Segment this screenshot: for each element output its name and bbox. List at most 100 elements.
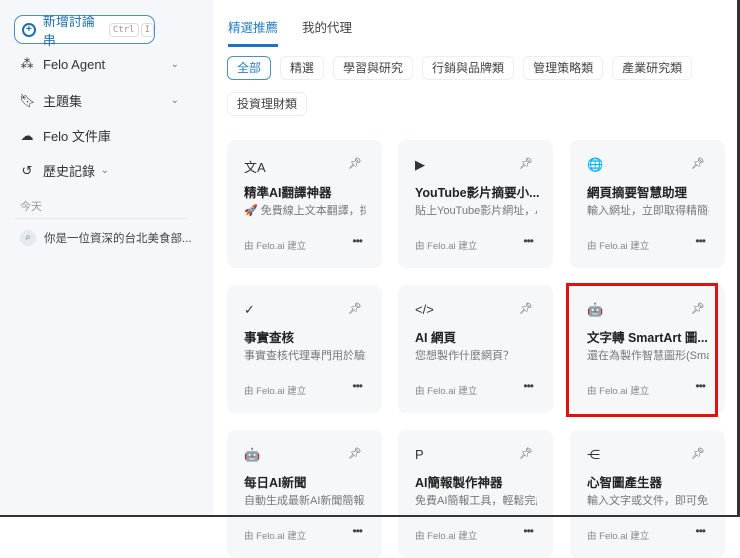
robot-icon: 🤖: [244, 447, 261, 462]
agent-card[interactable]: P 📌︎ AI簡報製作神器免費AI簡報工具，輕鬆完成由 Felo.ai 建立 •••: [398, 430, 553, 558]
history-item[interactable]: ⌕ 你是一位資深的台北美食部...: [20, 230, 192, 246]
globe-icon: 🌐: [587, 157, 604, 172]
agent-card[interactable]: ✓ 📌︎ 事實查核事實查核代理專門用於驗證由 Felo.ai 建立 •••: [227, 285, 382, 413]
card-description: 🚀 免費線上文本翻譯，採.: [244, 205, 366, 217]
pin-icon[interactable]: 📌︎: [348, 157, 362, 170]
bookmark-icon: 🔖︎: [19, 92, 36, 108]
chevron-down-icon[interactable]: ⌄: [171, 59, 179, 70]
translate-icon: 文A: [244, 160, 266, 175]
cloud-upload-icon: ☁: [20, 127, 34, 143]
more-options-icon[interactable]: •••: [695, 524, 706, 538]
search-icon: ⌕: [20, 230, 36, 246]
card-author: 由 Felo.ai 建立: [587, 386, 650, 397]
card-description: 免費AI簡報工具，輕鬆完成: [415, 495, 537, 507]
check-badge-icon: ✓: [244, 302, 255, 317]
category-chip[interactable]: 學習與研究: [333, 56, 414, 80]
pin-icon[interactable]: 📌︎: [691, 157, 705, 170]
card-title: AI 網頁: [415, 331, 456, 345]
card-author: 由 Felo.ai 建立: [244, 531, 307, 542]
card-author: 由 Felo.ai 建立: [415, 241, 478, 252]
agent-card[interactable]: 🤖 📌︎ 文字轉 SmartArt 圖... 還在為製作智慧圖形(Smar 由 Felo…: [570, 285, 725, 413]
more-options-icon[interactable]: •••: [523, 234, 534, 248]
card-description: 還在為製作智慧圖形(Smar: [587, 350, 709, 362]
agent-card[interactable]: 🤖 📌︎ 每日AI新聞自動生成最新AI新聞簡報由 Felo.ai 建立 •••: [227, 430, 382, 558]
mindmap-icon: ⋲: [587, 447, 600, 462]
new-thread-label: 新增討論串: [42, 13, 95, 48]
history-item-label: 你是一位資深的台北美食部...: [44, 233, 192, 245]
card-title: 事實查核: [244, 331, 295, 345]
card-description: 輸入網址，立即取得精簡摘: [587, 205, 709, 217]
chevron-down-icon[interactable]: ⌄: [171, 95, 179, 106]
tab-my-agents[interactable]: 我的代理: [302, 17, 352, 47]
pin-icon[interactable]: 📌︎: [519, 157, 533, 170]
play-icon: ▶: [415, 157, 425, 172]
more-options-icon[interactable]: •••: [352, 524, 363, 538]
sidebar-item-label: Felo Agent: [43, 56, 106, 72]
more-options-icon[interactable]: •••: [352, 234, 363, 248]
robot-icon: 🤖: [587, 302, 604, 317]
code-window-icon: </>: [415, 302, 434, 317]
category-chip[interactable]: 行銷與品牌類: [422, 56, 515, 80]
sidebar-item-history[interactable]: ↺ 歷史記錄 ⌄: [19, 161, 109, 180]
card-title: 網頁摘要智慧助理: [587, 186, 688, 200]
card-title: AI簡報製作神器: [415, 476, 503, 490]
shortcut-ctrl: Ctrl: [108, 22, 139, 37]
agent-icon: ⁂: [20, 56, 34, 71]
sidebar-item-topics[interactable]: 🔖︎ 主題集 ⌄: [19, 91, 189, 110]
pin-icon[interactable]: 📌︎: [691, 447, 705, 460]
card-description: 輸入文字或文件，即可免費: [587, 495, 709, 507]
slides-icon: P: [415, 447, 424, 462]
divider: [15, 218, 187, 219]
card-description: 自動生成最新AI新聞簡報: [244, 495, 365, 507]
pin-icon[interactable]: 📌︎: [519, 447, 533, 460]
card-author: 由 Felo.ai 建立: [415, 386, 478, 397]
category-chip[interactable]: 產業研究類: [612, 56, 693, 80]
card-description: 您想製作什麼網頁？: [415, 350, 514, 362]
more-options-icon[interactable]: •••: [523, 379, 534, 393]
sidebar-item-library[interactable]: ☁ Felo 文件庫: [19, 126, 189, 145]
card-title: 文字轉 SmartArt 圖...: [587, 331, 708, 345]
category-filters: 全部 精選 學習與研究 行銷與品牌類 管理策略類 產業研究類投資理財類: [227, 56, 717, 116]
category-chip[interactable]: 全部: [227, 56, 272, 80]
category-chip[interactable]: 投資理財類: [227, 92, 308, 116]
card-author: 由 Felo.ai 建立: [587, 531, 650, 542]
card-author: 由 Felo.ai 建立: [415, 531, 478, 542]
today-heading: 今天: [20, 201, 42, 213]
agent-card[interactable]: 🌐 📌︎ 網頁摘要智慧助理輸入網址，立即取得精簡摘由 Felo.ai 建立 •••: [570, 140, 725, 268]
card-title: 心智圖產生器: [587, 476, 663, 490]
card-author: 由 Felo.ai 建立: [587, 241, 650, 252]
card-description: 事實查核代理專門用於驗證: [244, 350, 366, 362]
more-options-icon[interactable]: •••: [352, 379, 363, 393]
pin-icon[interactable]: 📌︎: [348, 302, 362, 315]
tab-bar: 精選推薦 我的代理: [228, 17, 352, 47]
more-options-icon[interactable]: •••: [695, 234, 706, 248]
pin-icon[interactable]: 📌︎: [691, 302, 705, 315]
history-icon: ↺: [21, 162, 33, 178]
category-chip[interactable]: 管理策略類: [523, 56, 604, 80]
new-thread-button[interactable]: + 新增討論串 Ctrl I: [14, 14, 155, 48]
chat-plus-icon: +: [22, 22, 36, 37]
agent-card[interactable]: 文A 📌︎ 精準AI翻譯神器 🚀 免費線上文本翻譯，採. 由 Felo.ai 建立 •••: [227, 140, 382, 268]
card-title: 每日AI新聞: [244, 476, 307, 490]
sidebar-item-label: 歷史記錄: [43, 164, 96, 179]
agent-card[interactable]: ▶ 📌︎ YouTube影片摘要小... 貼上YouTube影片網址，A 由 Felo.…: [398, 140, 553, 268]
chevron-down-icon[interactable]: ⌄: [101, 165, 109, 176]
pin-icon[interactable]: 📌︎: [519, 302, 533, 315]
sidebar-item-felo-agent[interactable]: ⁂ Felo Agent ⌄: [19, 56, 189, 72]
tab-featured[interactable]: 精選推薦: [228, 17, 279, 47]
card-author: 由 Felo.ai 建立: [244, 386, 307, 397]
category-chip[interactable]: 精選: [280, 56, 325, 80]
agent-card[interactable]: </> 📌︎ AI 網頁您想製作什麼網頁？ 由 Felo.ai 建立 •••: [398, 285, 553, 413]
sidebar-item-label: 主題集: [43, 94, 83, 109]
sidebar-item-label: Felo 文件庫: [43, 129, 111, 144]
card-author: 由 Felo.ai 建立: [244, 241, 307, 252]
sidebar: + 新增討論串 Ctrl I ⁂ Felo Agent ⌄ 🔖︎ 主題集 ⌄ ☁ Felo…: [0, 0, 213, 517]
card-title: YouTube影片摘要小...: [415, 186, 540, 200]
more-options-icon[interactable]: •••: [523, 524, 534, 538]
shortcut-i: I: [140, 22, 154, 37]
agent-card[interactable]: ⋲ 📌︎ 心智圖產生器輸入文字或文件，即可免費由 Felo.ai 建立 •••: [570, 430, 725, 558]
more-options-icon[interactable]: •••: [695, 379, 706, 393]
card-title: 精準AI翻譯神器: [244, 186, 332, 200]
card-description: 貼上YouTube影片網址，A: [415, 205, 537, 217]
pin-icon[interactable]: 📌︎: [348, 447, 362, 460]
